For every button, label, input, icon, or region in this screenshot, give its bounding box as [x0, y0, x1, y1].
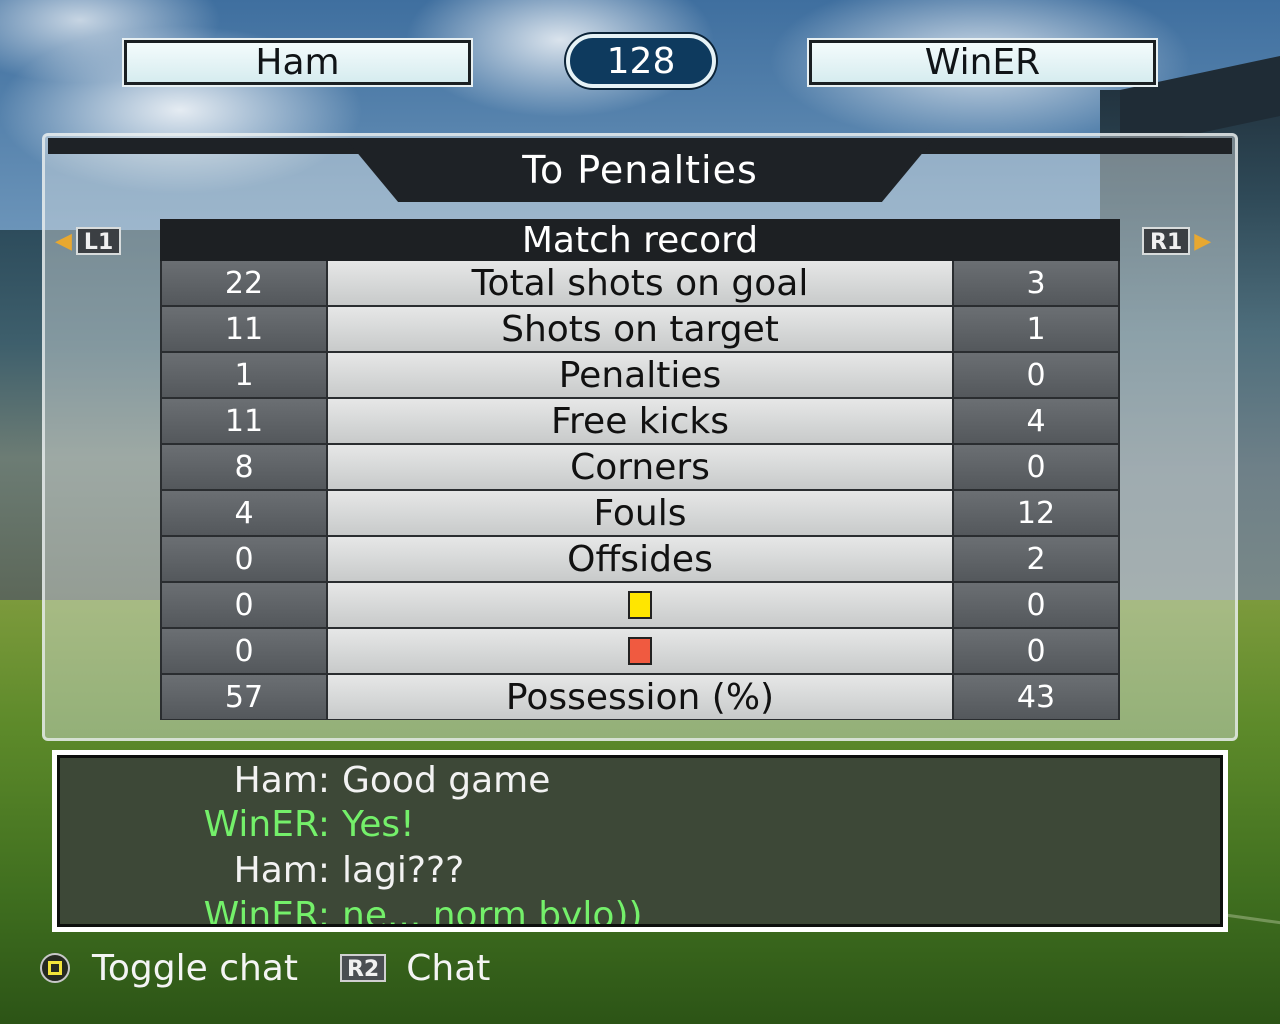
stat-label: Shots on target: [328, 307, 952, 351]
stat-row-penalties: 1 Penalties 0: [162, 353, 1118, 397]
chat-message: WinER: ne... norm bylo)): [60, 895, 643, 927]
home-value: 1: [162, 353, 326, 397]
stat-row-fouls: 4 Fouls 12: [162, 491, 1118, 535]
r1-button-label: R1: [1142, 227, 1191, 255]
chat-sender: Ham:: [233, 850, 330, 891]
home-team-name: Ham: [124, 40, 471, 85]
panel-title: To Penalties: [345, 138, 935, 202]
away-value: 0: [954, 353, 1118, 397]
chat-text: Yes!: [342, 804, 415, 845]
l1-button-label: L1: [75, 227, 122, 255]
button-prompts: Toggle chat R2 Chat: [40, 946, 490, 990]
away-value: 0: [954, 629, 1118, 673]
stats-table-title: Match record: [160, 219, 1120, 261]
chat-text: Good game: [342, 760, 551, 801]
stat-row-offsides: 0 Offsides 2: [162, 537, 1118, 581]
chat-sender: Ham:: [233, 760, 330, 801]
home-value: 8: [162, 445, 326, 489]
chat-text: ne... norm bylo)): [342, 895, 643, 927]
stat-label: Corners: [328, 445, 952, 489]
stat-label: Possession (%): [328, 675, 952, 719]
chat-message: Ham: lagi???: [60, 850, 465, 894]
stat-label: [328, 583, 952, 627]
away-value: 0: [954, 445, 1118, 489]
next-page-button[interactable]: R1 ▶: [1142, 226, 1211, 256]
chat-log: Ham: Good game WinER: Yes! Ham: lagi??? …: [57, 755, 1223, 927]
away-value: 43: [954, 675, 1118, 719]
stat-label: Penalties: [328, 353, 952, 397]
home-value: 11: [162, 307, 326, 351]
chat-text: lagi???: [342, 850, 465, 891]
chat-message: Ham: Good game: [60, 760, 551, 804]
previous-page-button[interactable]: ◀ L1: [55, 226, 122, 256]
stat-row-possession: 57 Possession (%) 43: [162, 675, 1118, 719]
away-value: 12: [954, 491, 1118, 535]
stat-label: Offsides: [328, 537, 952, 581]
stat-row-shots-on-target: 11 Shots on target 1: [162, 307, 1118, 351]
toggle-chat-label[interactable]: Toggle chat: [92, 948, 298, 989]
chat-box: Ham: Good game WinER: Yes! Ham: lagi??? …: [52, 750, 1228, 932]
stat-label: Free kicks: [328, 399, 952, 443]
arrow-right-icon: ▶: [1194, 228, 1212, 254]
stat-row-total-shots: 22 Total shots on goal 3: [162, 261, 1118, 305]
home-value: 0: [162, 537, 326, 581]
red-card-icon: [628, 637, 652, 665]
away-team-name: WinER: [809, 40, 1156, 85]
stats-table: Match record 22 Total shots on goal 3 11…: [160, 219, 1120, 720]
stat-row-red-cards: 0 0: [162, 629, 1118, 673]
yellow-card-icon: [628, 591, 652, 619]
home-value: 22: [162, 261, 326, 305]
arrow-left-icon: ◀: [55, 228, 72, 254]
chat-sender: WinER:: [203, 895, 330, 927]
chat-sender: WinER:: [203, 804, 330, 845]
away-value: 3: [954, 261, 1118, 305]
home-value: 11: [162, 399, 326, 443]
away-value: 4: [954, 399, 1118, 443]
away-value: 1: [954, 307, 1118, 351]
home-value: 4: [162, 491, 326, 535]
home-value: 0: [162, 629, 326, 673]
stat-label: Total shots on goal: [328, 261, 952, 305]
away-value: 2: [954, 537, 1118, 581]
match-counter: 128: [566, 34, 716, 88]
home-value: 57: [162, 675, 326, 719]
stat-row-yellow-cards: 0 0: [162, 583, 1118, 627]
home-value: 0: [162, 583, 326, 627]
r2-button-icon[interactable]: R2: [339, 954, 387, 982]
chat-label[interactable]: Chat: [406, 948, 490, 989]
away-value: 0: [954, 583, 1118, 627]
stat-row-free-kicks: 11 Free kicks 4: [162, 399, 1118, 443]
stat-label: Fouls: [328, 491, 952, 535]
square-button-icon[interactable]: [40, 953, 70, 983]
chat-message: WinER: Yes!: [60, 804, 415, 848]
stat-label: [328, 629, 952, 673]
stat-row-corners: 8 Corners 0: [162, 445, 1118, 489]
